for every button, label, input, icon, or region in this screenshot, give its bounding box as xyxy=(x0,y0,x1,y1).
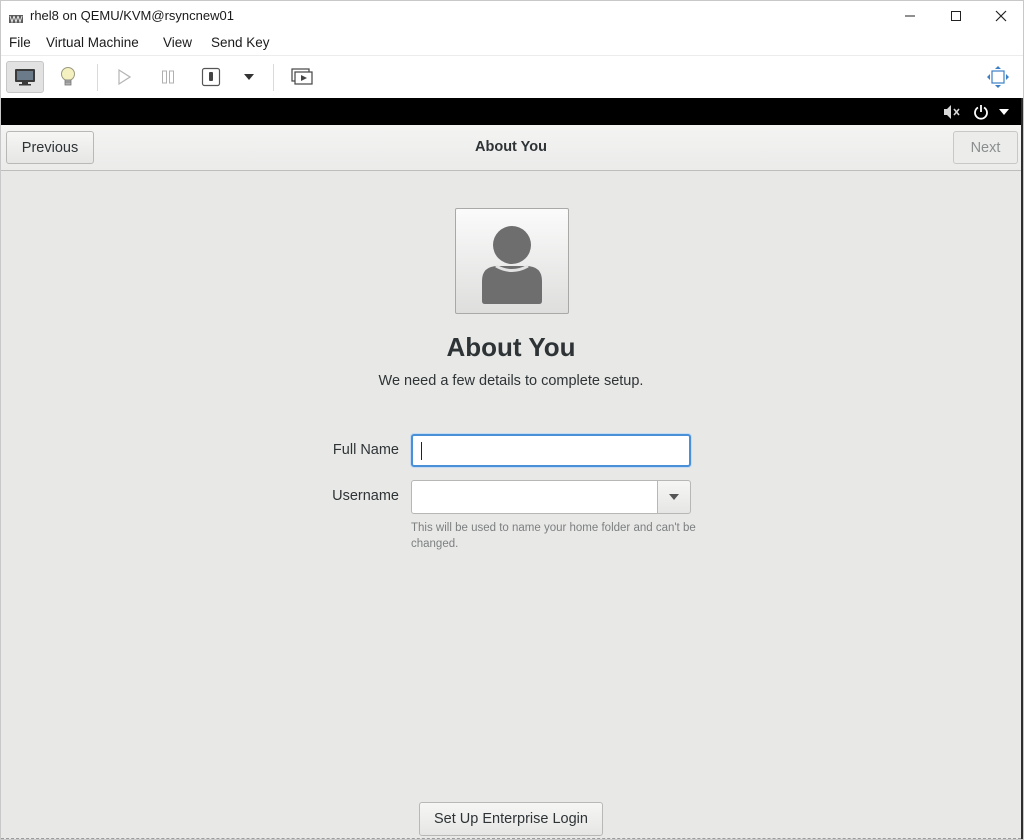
run-icon xyxy=(118,69,131,85)
minimize-button[interactable] xyxy=(887,1,933,31)
menu-bar: File Virtual Machine View Send Key xyxy=(1,31,1023,55)
chevron-down-icon xyxy=(999,109,1009,115)
page-subtitle: We need a few details to complete setup. xyxy=(378,373,644,389)
pause-icon xyxy=(162,70,174,84)
minimize-icon xyxy=(905,15,915,17)
power-icon xyxy=(974,105,988,120)
console-icon xyxy=(15,69,35,86)
toolbar-separator xyxy=(97,64,98,91)
fullscreen-button[interactable] xyxy=(979,61,1017,93)
username-input[interactable] xyxy=(411,480,658,514)
fullscreen-icon xyxy=(987,66,1009,88)
details-lightbulb-icon xyxy=(61,67,75,86)
toolbar xyxy=(1,55,1023,98)
close-button[interactable] xyxy=(978,1,1023,31)
shutdown-button[interactable] xyxy=(192,61,230,93)
window-title: rhel8 on QEMU/KVM@rsyncnew01 xyxy=(30,8,234,23)
shutdown-menu-button[interactable] xyxy=(230,61,268,93)
guest-display[interactable]: Previous About You Next About You We nee… xyxy=(1,98,1021,839)
audio-muted-button[interactable] xyxy=(943,102,961,122)
maximize-button[interactable] xyxy=(933,1,979,31)
menu-send-key[interactable]: Send Key xyxy=(211,35,270,50)
full-name-label: Full Name xyxy=(332,442,399,458)
audio-muted-icon xyxy=(944,105,960,119)
virt-manager-icon xyxy=(9,11,23,24)
menu-virtual-machine[interactable]: Virtual Machine xyxy=(46,35,139,50)
console-button[interactable] xyxy=(6,61,44,93)
username-dropdown-button[interactable] xyxy=(657,480,691,514)
maximize-icon xyxy=(951,11,961,21)
close-icon xyxy=(995,10,1007,22)
page-title: About You xyxy=(446,332,576,362)
vm-viewer-window: rhel8 on QEMU/KVM@rsyncnew01 File Virtua… xyxy=(0,0,1024,840)
username-hint: This will be used to name your home fold… xyxy=(411,522,696,550)
username-label: Username xyxy=(332,488,399,504)
snapshots-icon xyxy=(291,68,313,85)
run-button[interactable] xyxy=(105,61,143,93)
title-bar[interactable]: rhel8 on QEMU/KVM@rsyncnew01 xyxy=(1,1,1023,31)
gnome-top-bar xyxy=(1,98,1021,125)
snapshots-button[interactable] xyxy=(283,61,321,93)
avatar-button[interactable] xyxy=(455,208,569,314)
menu-view[interactable]: View xyxy=(163,35,192,50)
power-menu-button[interactable] xyxy=(973,102,1010,122)
menu-file[interactable]: File xyxy=(9,35,31,50)
full-name-input[interactable] xyxy=(411,434,691,467)
enterprise-login-button[interactable]: Set Up Enterprise Login xyxy=(419,802,603,836)
toolbar-separator xyxy=(273,64,274,91)
shutdown-dropdown-icon xyxy=(244,74,254,80)
shutdown-icon xyxy=(201,67,221,87)
user-avatar-icon xyxy=(482,226,542,304)
display-edge xyxy=(1,838,1021,839)
next-button[interactable]: Next xyxy=(953,131,1018,164)
setup-header-bar: Previous About You Next xyxy=(1,125,1021,171)
details-button[interactable] xyxy=(49,61,87,93)
pause-button[interactable] xyxy=(149,61,187,93)
header-title: About You xyxy=(475,139,547,155)
chevron-down-icon xyxy=(669,494,679,500)
text-cursor xyxy=(421,442,422,460)
